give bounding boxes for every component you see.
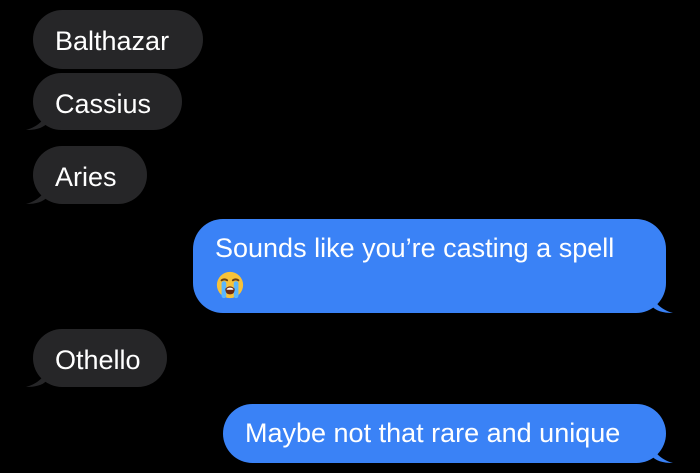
incoming-message-bubble[interactable]: Cassius [26, 73, 182, 130]
message-text: Balthazar [55, 26, 170, 56]
message-text: Maybe not that rare and unique [245, 418, 621, 448]
bubble-tail [651, 441, 673, 463]
incoming-message-bubble[interactable]: Aries [26, 146, 147, 204]
message-text: Cassius [55, 89, 152, 119]
message-text: Othello [55, 345, 141, 375]
incoming-message-bubble[interactable]: Othello [26, 329, 167, 387]
message-text: Sounds like you’re casting a spell [215, 233, 615, 263]
bubble-tail [26, 365, 48, 387]
bubble-tail [26, 108, 48, 130]
outgoing-message-bubble[interactable]: Sounds like you’re casting a spell [193, 219, 673, 313]
message-text: Aries [55, 162, 117, 192]
bubble-tail [651, 291, 673, 313]
incoming-message-bubble[interactable]: Balthazar [33, 10, 203, 69]
loudly-crying-face-icon [216, 271, 244, 298]
bubble-tail [26, 182, 48, 204]
outgoing-message-bubble[interactable]: Maybe not that rare and unique [223, 404, 673, 463]
